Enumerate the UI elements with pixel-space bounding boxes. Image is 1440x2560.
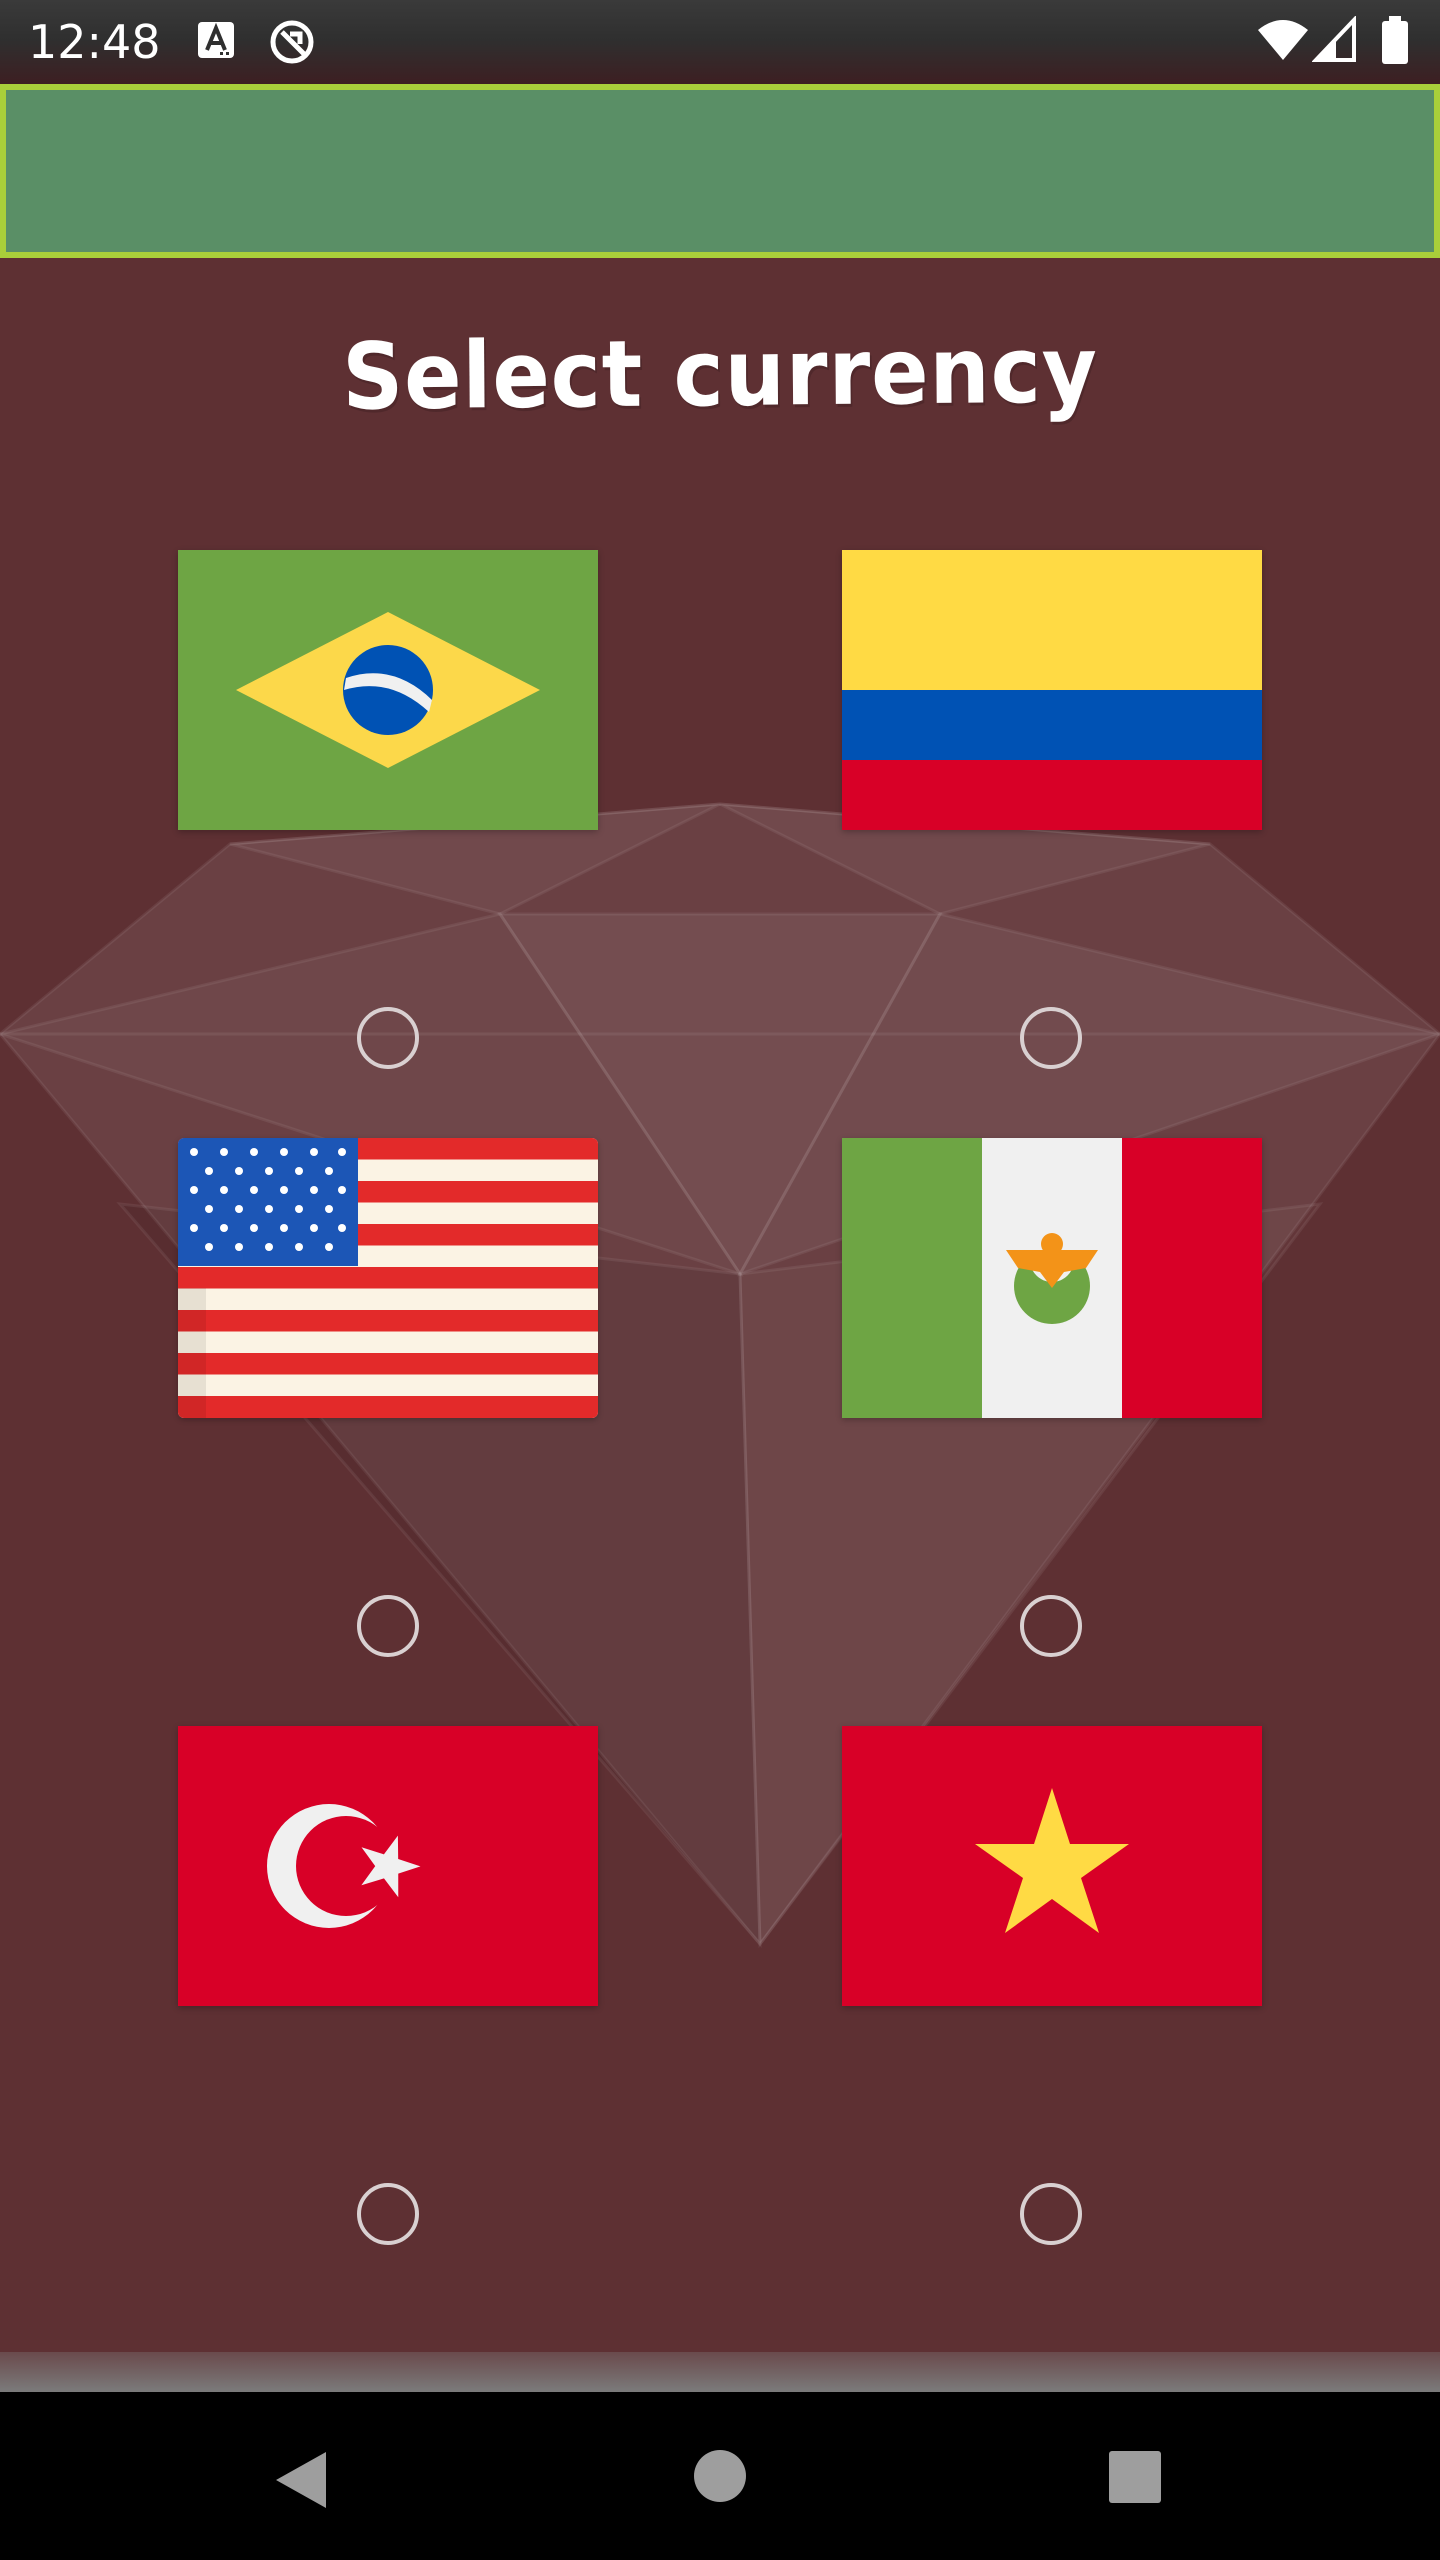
navigation-bar bbox=[0, 2392, 1440, 2560]
radio-brazil[interactable] bbox=[357, 1007, 419, 1069]
radio-turkey[interactable] bbox=[357, 2183, 419, 2245]
app-content: Select currency bbox=[0, 84, 1440, 2392]
back-icon[interactable] bbox=[268, 2448, 332, 2512]
home-icon[interactable] bbox=[692, 2448, 748, 2504]
battery-icon bbox=[1382, 16, 1408, 64]
flag-colombia[interactable] bbox=[842, 550, 1262, 830]
page-title: Select currency bbox=[341, 316, 1099, 431]
status-time: 12:48 bbox=[28, 15, 161, 69]
sync-disabled-icon bbox=[270, 20, 314, 64]
radio-mexico[interactable] bbox=[1020, 1595, 1082, 1657]
bottom-strip bbox=[0, 2352, 1440, 2392]
radio-vietnam[interactable] bbox=[1020, 2183, 1082, 2245]
text-input-icon bbox=[198, 22, 234, 58]
screen: 12:48 Select currency bbox=[0, 0, 1440, 2560]
status-bar: 12:48 bbox=[0, 0, 1440, 84]
recents-icon[interactable] bbox=[1108, 2450, 1162, 2504]
wifi-icon bbox=[1258, 20, 1308, 60]
flag-vietnam[interactable] bbox=[842, 1726, 1262, 2006]
radio-colombia[interactable] bbox=[1020, 1007, 1082, 1069]
flag-united-states[interactable] bbox=[178, 1138, 598, 1418]
ad-banner[interactable] bbox=[0, 84, 1440, 258]
radio-united-states[interactable] bbox=[357, 1595, 419, 1657]
flag-mexico[interactable] bbox=[842, 1138, 1262, 1418]
flag-turkey[interactable] bbox=[178, 1726, 598, 2006]
cellular-signal-icon bbox=[1312, 16, 1356, 62]
flag-brazil[interactable] bbox=[178, 550, 598, 830]
